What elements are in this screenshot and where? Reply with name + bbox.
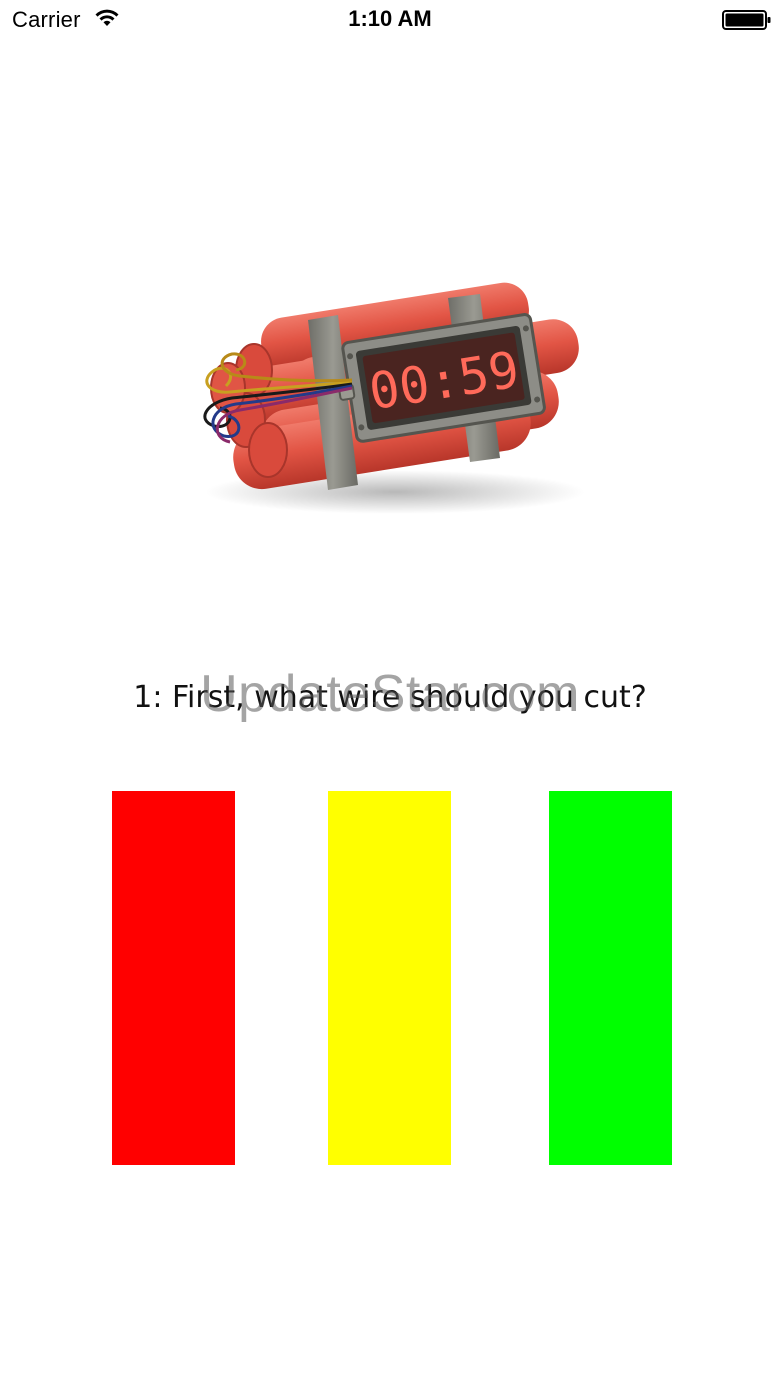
dynamite-bomb-image: 00:59 [203,282,585,514]
green-wire-button[interactable] [549,791,672,1165]
question-text: 1: First, what wire should you cut? [133,680,647,715]
app-screen: Carrier 1:10 AM 00:59 1: First, what wir… [0,0,780,1387]
red-wire-button[interactable] [112,791,235,1165]
status-bar: Carrier 1:10 AM [0,0,780,40]
yellow-wire-button[interactable] [328,791,451,1165]
battery-icon [722,10,771,30]
status-time: 1:10 AM [348,6,432,31]
